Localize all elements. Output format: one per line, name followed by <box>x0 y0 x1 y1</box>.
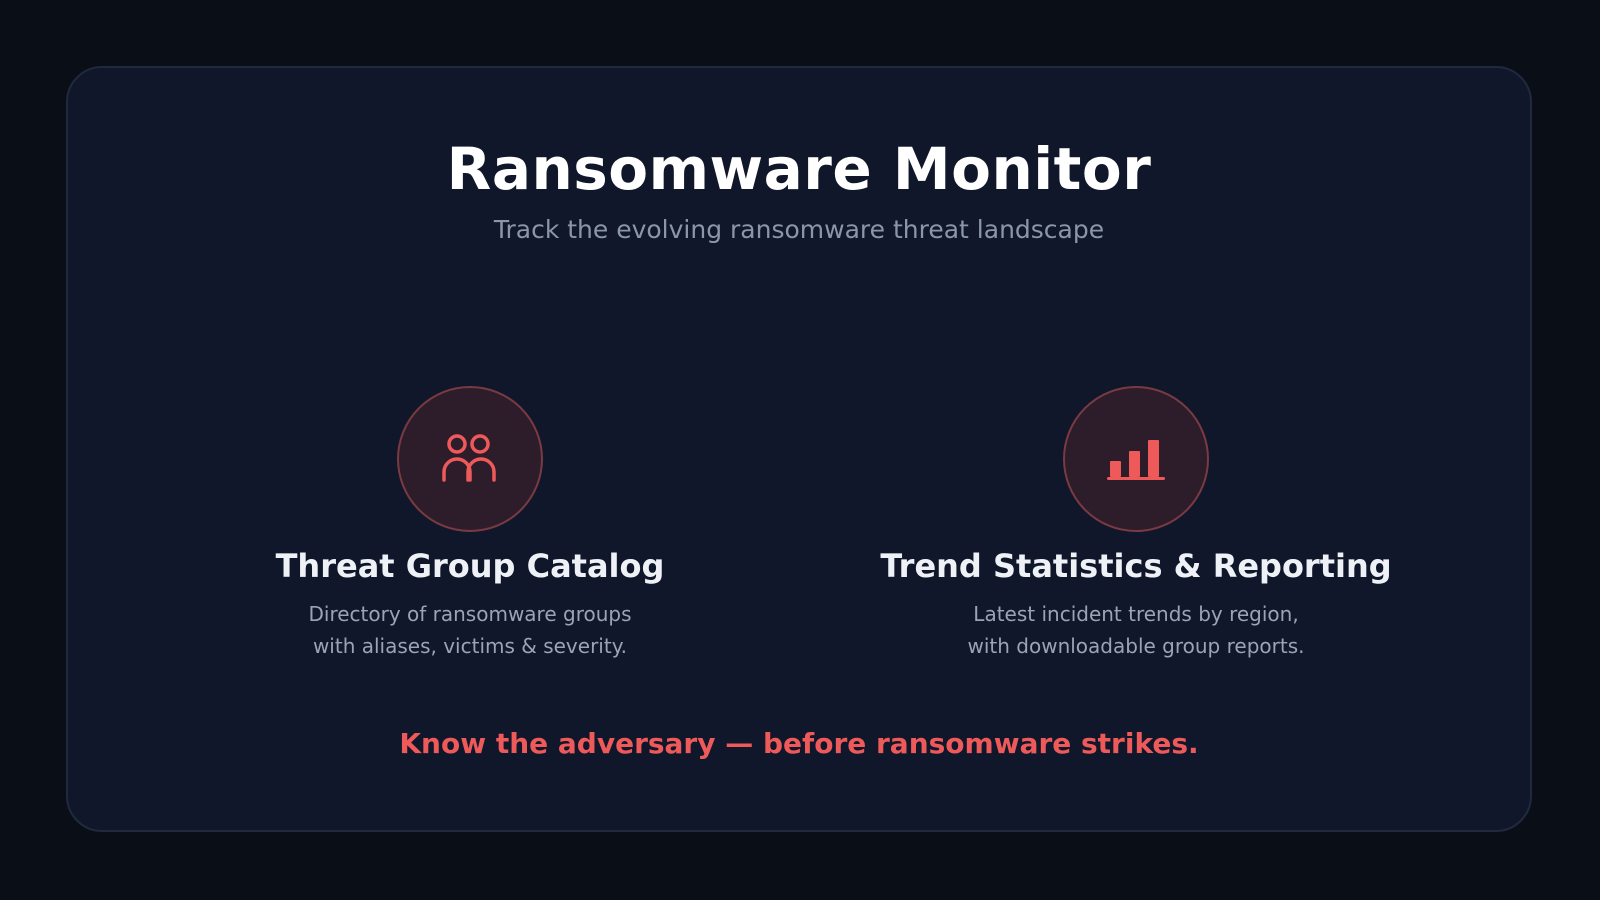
feature-icon-circle <box>1063 386 1209 532</box>
bar-chart-icon <box>1107 440 1165 480</box>
feature-description-line: with downloadable group reports. <box>967 634 1305 658</box>
feature-threat-group-catalog: Threat Group Catalog Directory of ransom… <box>160 386 780 662</box>
feature-icon-circle <box>397 386 543 532</box>
feature-description-line: Latest incident trends by region, <box>973 602 1299 626</box>
feature-description: Directory of ransomware groups with alia… <box>160 598 780 662</box>
feature-description-line: with aliases, victims & severity. <box>312 634 628 658</box>
feature-title: Trend Statistics & Reporting <box>880 547 1392 585</box>
page-title: Ransomware Monitor <box>446 135 1152 203</box>
feature-trend-statistics: Trend Statistics & Reporting Latest inci… <box>826 386 1446 662</box>
feature-description-line: Directory of ransomware groups <box>308 602 632 626</box>
feature-description: Latest incident trends by region, with d… <box>826 598 1446 662</box>
feature-title: Threat Group Catalog <box>275 547 665 585</box>
page-subtitle: Track the evolving ransomware threat lan… <box>493 215 1105 244</box>
tagline: Know the adversary — before ransomware s… <box>399 727 1199 760</box>
hero-card: Ransomware Monitor Track the evolving ra… <box>66 66 1532 832</box>
users-icon <box>442 434 496 482</box>
